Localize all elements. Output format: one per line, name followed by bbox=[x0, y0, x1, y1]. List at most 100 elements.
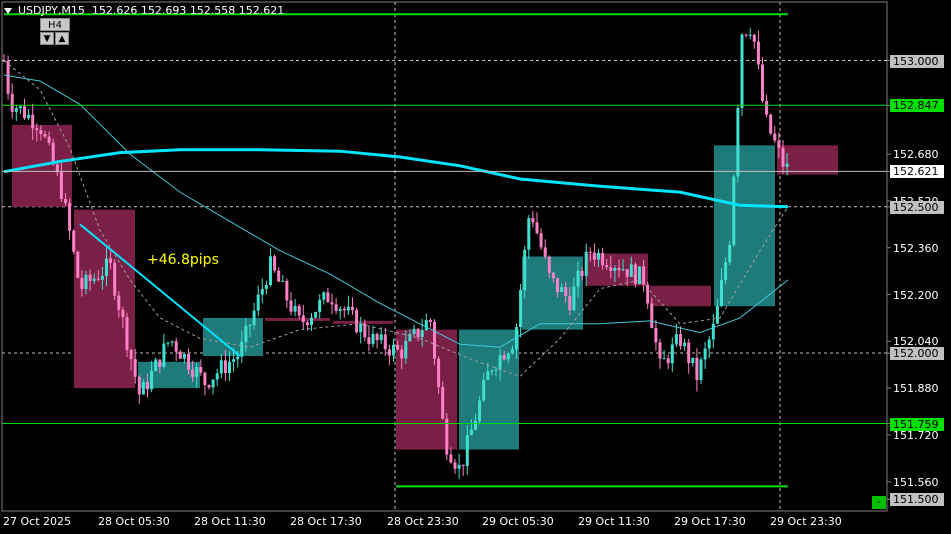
m15-candle-body bbox=[23, 106, 26, 119]
m15-candle-body bbox=[781, 147, 785, 167]
m15-candle-body bbox=[338, 308, 342, 311]
m15-candle-body bbox=[293, 305, 297, 312]
m15-candle-body bbox=[732, 176, 736, 245]
h4-candle-box bbox=[777, 145, 838, 175]
minus-button[interactable]: - bbox=[872, 496, 886, 509]
m15-candle-body bbox=[31, 114, 35, 129]
time-tick-label: 29 Oct 23:30 bbox=[770, 515, 842, 528]
m15-candle-body bbox=[625, 269, 629, 277]
symbol-timeframe: USDJPY,M15 bbox=[18, 4, 85, 17]
m15-candle-body bbox=[383, 334, 387, 350]
m15-candle-body bbox=[564, 287, 568, 297]
price-chart[interactable] bbox=[0, 0, 951, 534]
m15-candle-body bbox=[84, 274, 88, 289]
m15-candle-body bbox=[761, 64, 764, 101]
m15-candle-body bbox=[355, 310, 359, 333]
m15-candle-body bbox=[539, 233, 543, 248]
m15-candle-body bbox=[633, 264, 637, 285]
m15-candle-body bbox=[273, 256, 277, 271]
price-tick-label: 152.200 bbox=[893, 288, 939, 302]
m15-candle-body bbox=[92, 278, 96, 281]
m15-candle-body bbox=[629, 264, 633, 277]
m15-candle-body bbox=[785, 163, 789, 167]
m15-candle-body bbox=[387, 349, 391, 356]
m15-candle-body bbox=[437, 358, 441, 387]
m15-candle-body bbox=[617, 267, 621, 271]
m15-candle-body bbox=[707, 339, 711, 349]
m15-candle-body bbox=[609, 267, 613, 271]
m15-candle-body bbox=[642, 266, 646, 285]
m15-candle-body bbox=[228, 361, 231, 374]
m15-candle-body bbox=[27, 114, 31, 119]
m15-candle-body bbox=[359, 323, 363, 333]
m15-candle-body bbox=[326, 292, 330, 303]
m15-candle-body bbox=[281, 280, 285, 282]
price-tick-label: 152.680 bbox=[893, 148, 939, 162]
m15-candle-body bbox=[445, 418, 449, 455]
m15-candle-body bbox=[670, 344, 674, 364]
price-tick-label: 151.880 bbox=[893, 382, 939, 396]
m15-candle-body bbox=[59, 172, 63, 199]
h4-candle-box bbox=[459, 329, 519, 450]
m15-candle-body bbox=[535, 222, 539, 234]
m15-candle-body bbox=[162, 343, 166, 367]
chart-area[interactable] bbox=[0, 0, 951, 534]
m15-candle-body bbox=[720, 279, 723, 306]
price-tick-label: 151.500 bbox=[890, 493, 944, 507]
time-tick-label: 29 Oct 17:30 bbox=[674, 515, 746, 528]
h4-candle-box bbox=[265, 317, 330, 321]
m15-candle-body bbox=[711, 323, 715, 340]
time-tick-label: 28 Oct 05:30 bbox=[98, 515, 170, 528]
price-tick-label: 152.847 bbox=[890, 99, 944, 113]
m15-candle-body bbox=[756, 41, 760, 65]
price-tick-label: 152.500 bbox=[890, 200, 944, 214]
timeframe-down-button[interactable]: ▼ bbox=[40, 32, 54, 45]
m15-candle-body bbox=[215, 373, 219, 380]
m15-candle-body bbox=[150, 371, 154, 390]
h4-candle-box bbox=[650, 285, 711, 307]
m15-candle-body bbox=[654, 328, 658, 343]
m15-candle-body bbox=[174, 341, 178, 352]
m15-candle-body bbox=[486, 371, 490, 380]
m15-candle-body bbox=[367, 337, 371, 345]
m15-candle-body bbox=[166, 342, 170, 344]
m15-candle-body bbox=[478, 400, 482, 422]
h4-candle-box bbox=[74, 209, 135, 389]
m15-candle-body bbox=[433, 321, 436, 359]
m15-candle-body bbox=[182, 353, 186, 359]
m15-candle-body bbox=[236, 356, 240, 360]
m15-candle-body bbox=[773, 133, 777, 141]
m15-candle-body bbox=[691, 357, 695, 363]
m15-candle-body bbox=[137, 376, 141, 395]
m15-candle-body bbox=[588, 251, 592, 253]
m15-candle-body bbox=[96, 278, 100, 280]
m15-candle-body bbox=[420, 330, 424, 338]
m15-candle-body bbox=[351, 306, 354, 311]
time-tick-label: 29 Oct 05:30 bbox=[482, 515, 554, 528]
m15-candle-body bbox=[576, 270, 580, 287]
m15-candle-body bbox=[80, 277, 84, 289]
m15-candle-body bbox=[679, 334, 682, 347]
m15-candle-body bbox=[683, 342, 687, 347]
m15-candle-body bbox=[424, 319, 428, 331]
m15-candle-body bbox=[428, 319, 432, 322]
m15-candle-body bbox=[658, 342, 662, 359]
m15-candle-body bbox=[277, 270, 281, 282]
dropdown-triangle-icon[interactable] bbox=[4, 8, 12, 14]
m15-candle-body bbox=[724, 262, 728, 280]
m15-candle-body bbox=[264, 284, 268, 289]
ohlc-values: 152.626 152.693 152.558 152.621 bbox=[91, 4, 285, 17]
m15-candle-body bbox=[523, 249, 527, 291]
m15-candle-body bbox=[777, 140, 781, 148]
m15-candle-body bbox=[605, 265, 609, 268]
m15-candle-body bbox=[346, 306, 350, 311]
chart-header: USDJPY,M15 152.626 152.693 152.558 152.6… bbox=[4, 4, 284, 17]
m15-candle-body bbox=[674, 334, 678, 345]
m15-candle-body bbox=[211, 379, 215, 388]
m15-candle-body bbox=[494, 369, 498, 371]
m15-candle-body bbox=[6, 60, 10, 94]
m15-candle-body bbox=[662, 358, 666, 360]
timeframe-label[interactable]: H4 bbox=[40, 18, 70, 31]
timeframe-up-button[interactable]: ▲ bbox=[55, 32, 69, 45]
pips-annotation: +46.8pips bbox=[147, 252, 219, 268]
